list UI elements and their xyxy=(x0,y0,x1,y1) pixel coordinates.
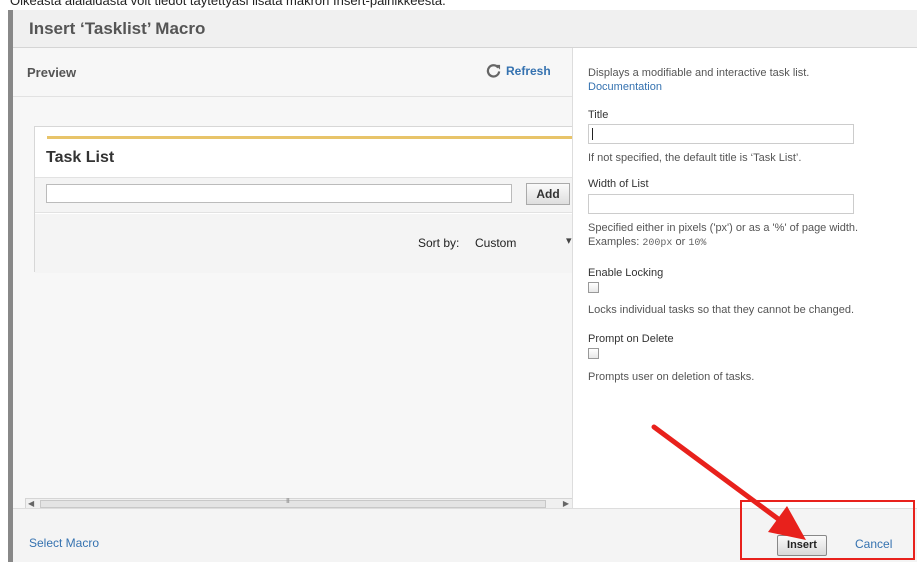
scrollbar-thumb[interactable]: III xyxy=(40,498,546,508)
sort-by-label: Sort by: xyxy=(418,236,460,250)
horizontal-scrollbar[interactable]: ◀ III ▶ xyxy=(25,498,572,508)
refresh-button[interactable]: Refresh xyxy=(486,63,551,78)
dialog-title: Insert ‘Tasklist’ Macro xyxy=(29,19,206,38)
tasklist-add-bar: Add xyxy=(35,177,572,213)
macro-description: Displays a modifiable and interactive ta… xyxy=(588,67,810,79)
insert-macro-dialog: Insert ‘Tasklist’ Macro Preview Refresh … xyxy=(8,10,917,562)
locking-label: Enable Locking xyxy=(588,267,664,279)
prompt-delete-label: Prompt on Delete xyxy=(588,333,674,345)
preview-label: Preview xyxy=(27,65,77,80)
dropdown-arrow-icon: ▾ xyxy=(566,235,572,247)
annotation-highlight-box xyxy=(740,500,915,560)
scroll-left-icon[interactable]: ◀ xyxy=(28,499,34,508)
preview-divider xyxy=(13,96,572,97)
tasklist-sort-bar: Sort by: Custom ▾ xyxy=(35,214,572,273)
width-help: Specified either in pixels ('px') or as … xyxy=(588,222,859,234)
width-examples: Examples: 200px or 10% xyxy=(588,236,706,249)
prompt-delete-checkbox[interactable] xyxy=(588,348,599,359)
width-examples-prefix: Examples: xyxy=(588,236,640,248)
select-macro-link[interactable]: Select Macro xyxy=(29,536,99,550)
tasklist-preview: Task List Add Sort by: Custom ▾ xyxy=(34,126,572,273)
documentation-link[interactable]: Documentation xyxy=(588,81,662,93)
scroll-right-icon[interactable]: ▶ xyxy=(563,499,569,508)
page-caption: Oikeasta alalaidasta voit tiedot täytett… xyxy=(10,0,446,8)
width-label: Width of List xyxy=(588,178,649,190)
preview-pane: Preview Refresh Task List Add Sort by: C… xyxy=(13,48,573,508)
sort-by-select[interactable]: Custom xyxy=(475,236,572,250)
refresh-icon xyxy=(486,64,501,78)
locking-help: Locks individual tasks so that they cann… xyxy=(588,304,855,316)
title-field[interactable] xyxy=(588,124,854,144)
refresh-label: Refresh xyxy=(506,63,551,78)
scrollbar-grip: III xyxy=(286,498,290,505)
add-task-button[interactable]: Add xyxy=(526,183,570,205)
new-task-input[interactable] xyxy=(46,184,512,203)
width-example-percent: 10% xyxy=(688,238,707,249)
tasklist-title: Task List xyxy=(46,149,115,166)
dialog-header: Insert ‘Tasklist’ Macro xyxy=(13,10,917,48)
prompt-delete-help: Prompts user on deletion of tasks. xyxy=(588,371,755,383)
locking-checkbox[interactable] xyxy=(588,282,599,293)
macro-parameters-pane: Displays a modifiable and interactive ta… xyxy=(579,48,917,508)
width-example-px: 200px xyxy=(642,238,673,249)
title-label: Title xyxy=(588,109,609,121)
title-help: If not specified, the default title is ‘… xyxy=(588,152,802,164)
text-cursor xyxy=(592,128,593,140)
width-examples-or: or xyxy=(675,236,686,248)
width-field[interactable] xyxy=(588,194,854,214)
tasklist-header-stripe xyxy=(47,136,572,139)
